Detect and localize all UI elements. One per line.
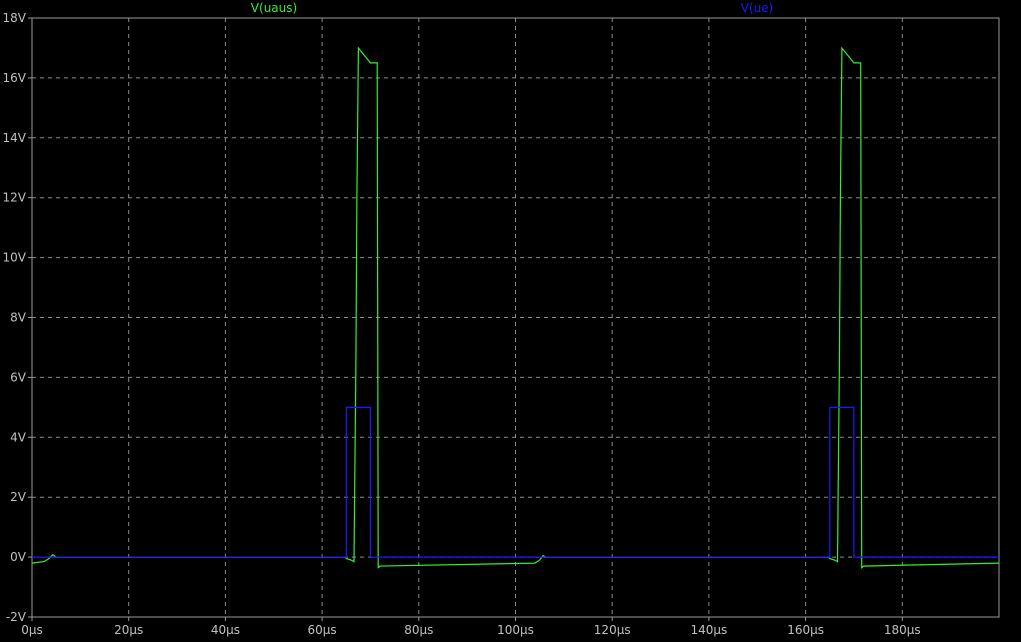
y-tick-label: 2V (10, 490, 27, 504)
x-tick-label: 180µs (884, 623, 921, 637)
y-tick-label: 14V (3, 131, 27, 145)
x-tick-label: 120µs (594, 623, 631, 637)
y-tick-label: 16V (3, 71, 27, 85)
x-tick-label: 60µs (308, 623, 337, 637)
x-tick-label: 140µs (691, 623, 728, 637)
y-tick-label: 10V (3, 251, 27, 265)
legend-label-uaus[interactable]: V(uaus) (251, 1, 297, 15)
x-tick-label: 20µs (114, 623, 143, 637)
y-tick-label: 6V (10, 370, 27, 384)
x-tick-label: 40µs (211, 623, 240, 637)
y-tick-label: 18V (3, 11, 27, 25)
x-tick-label: 80µs (404, 623, 433, 637)
legend-label-ue[interactable]: V(ue) (741, 1, 774, 15)
y-tick-label: 0V (10, 550, 27, 564)
y-tick-label: 12V (3, 191, 27, 205)
y-tick-label: 8V (10, 311, 27, 325)
x-tick-label: 160µs (787, 623, 824, 637)
waveform-plot: -2V 0V 2V 4V 6V 8V 10V 12V 14V 16V 18V 0µs 20µs 40µs… (0, 0, 1021, 642)
y-tick-label: 4V (10, 430, 27, 444)
x-tick-label: 100µs (497, 623, 534, 637)
plot-background (0, 0, 1021, 642)
y-tick-label: -2V (6, 610, 27, 624)
x-tick-label: 0µs (21, 623, 43, 637)
